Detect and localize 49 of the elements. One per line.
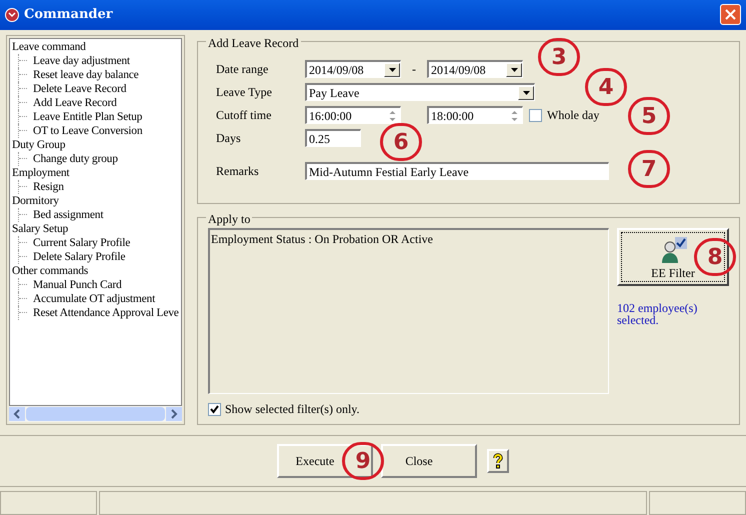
tree-item[interactable]: Reset Attendance Approval Leve: [33, 306, 179, 320]
tree-item[interactable]: Delete Leave Record: [33, 82, 126, 96]
field-label: Leave Type: [216, 84, 273, 102]
checkbox[interactable]: [529, 108, 542, 122]
time-from-field[interactable]: 16:00:00: [305, 106, 401, 124]
date-from-field[interactable]: 2014/09/08: [305, 60, 401, 78]
tree-item[interactable]: Reset leave day balance: [33, 68, 139, 82]
tree-item[interactable]: Change duty group: [33, 152, 118, 166]
tree-item[interactable]: Leave command: [12, 40, 181, 54]
help-button[interactable]: [487, 449, 509, 474]
remarks-field[interactable]: Mid-Autumn Festial Early Leave: [305, 162, 609, 180]
app-icon: [5, 8, 19, 22]
tree-item[interactable]: Bed assignment: [33, 208, 104, 222]
tree-item[interactable]: Accumulate OT adjustment: [33, 292, 156, 306]
tree-item[interactable]: Manual Punch Card: [33, 278, 122, 292]
tree-item[interactable]: Add Leave Record: [33, 96, 117, 110]
field-label: Days: [216, 130, 242, 148]
tree-item[interactable]: Delete Salary Profile: [33, 250, 126, 264]
date-separator: -: [411, 61, 417, 78]
checkbox-label: Show selected filter(s) only.: [225, 401, 360, 418]
scroll-left-icon[interactable]: [9, 407, 25, 422]
tree-item[interactable]: Duty Group: [12, 138, 181, 152]
field-label: Date range: [216, 61, 270, 78]
tree-item[interactable]: Dormitory: [12, 194, 181, 208]
tree-item[interactable]: Leave day adjustment: [33, 54, 130, 68]
tree-item[interactable]: Current Salary Profile: [33, 236, 130, 250]
window-title: Commander: [24, 6, 114, 24]
tree-item[interactable]: Other commands: [12, 264, 181, 278]
tree-item[interactable]: Leave Entitle Plan Setup: [33, 110, 142, 124]
days-field[interactable]: 0.25: [305, 129, 361, 148]
close-dialog-button[interactable]: Close: [381, 444, 477, 478]
date-to-field[interactable]: 2014/09/08: [427, 60, 523, 78]
tree-item[interactable]: Resign: [33, 180, 64, 194]
filter-text: Employment Status : On Probation OR Active: [211, 232, 433, 246]
selection-count: 102 employee(s) selected.: [617, 302, 698, 326]
checkbox[interactable]: [208, 402, 221, 416]
scroll-right-icon[interactable]: [166, 407, 182, 422]
time-to-field[interactable]: 18:00:00: [427, 106, 523, 124]
checkbox-label: Whole day: [547, 107, 600, 124]
question-mark-icon: [493, 453, 503, 470]
field-label: Cutoff time: [216, 107, 272, 124]
leave-type-dropdown[interactable]: Pay Leave: [305, 83, 535, 102]
tree-item[interactable]: Employment: [12, 166, 181, 180]
tree-item[interactable]: Salary Setup: [12, 222, 181, 236]
field-label: Remarks: [216, 163, 260, 180]
horizontal-scrollbar[interactable]: [9, 406, 182, 422]
tree-item[interactable]: OT to Leave Conversion: [33, 124, 142, 138]
close-icon: [725, 9, 736, 20]
close-button[interactable]: [720, 4, 741, 26]
